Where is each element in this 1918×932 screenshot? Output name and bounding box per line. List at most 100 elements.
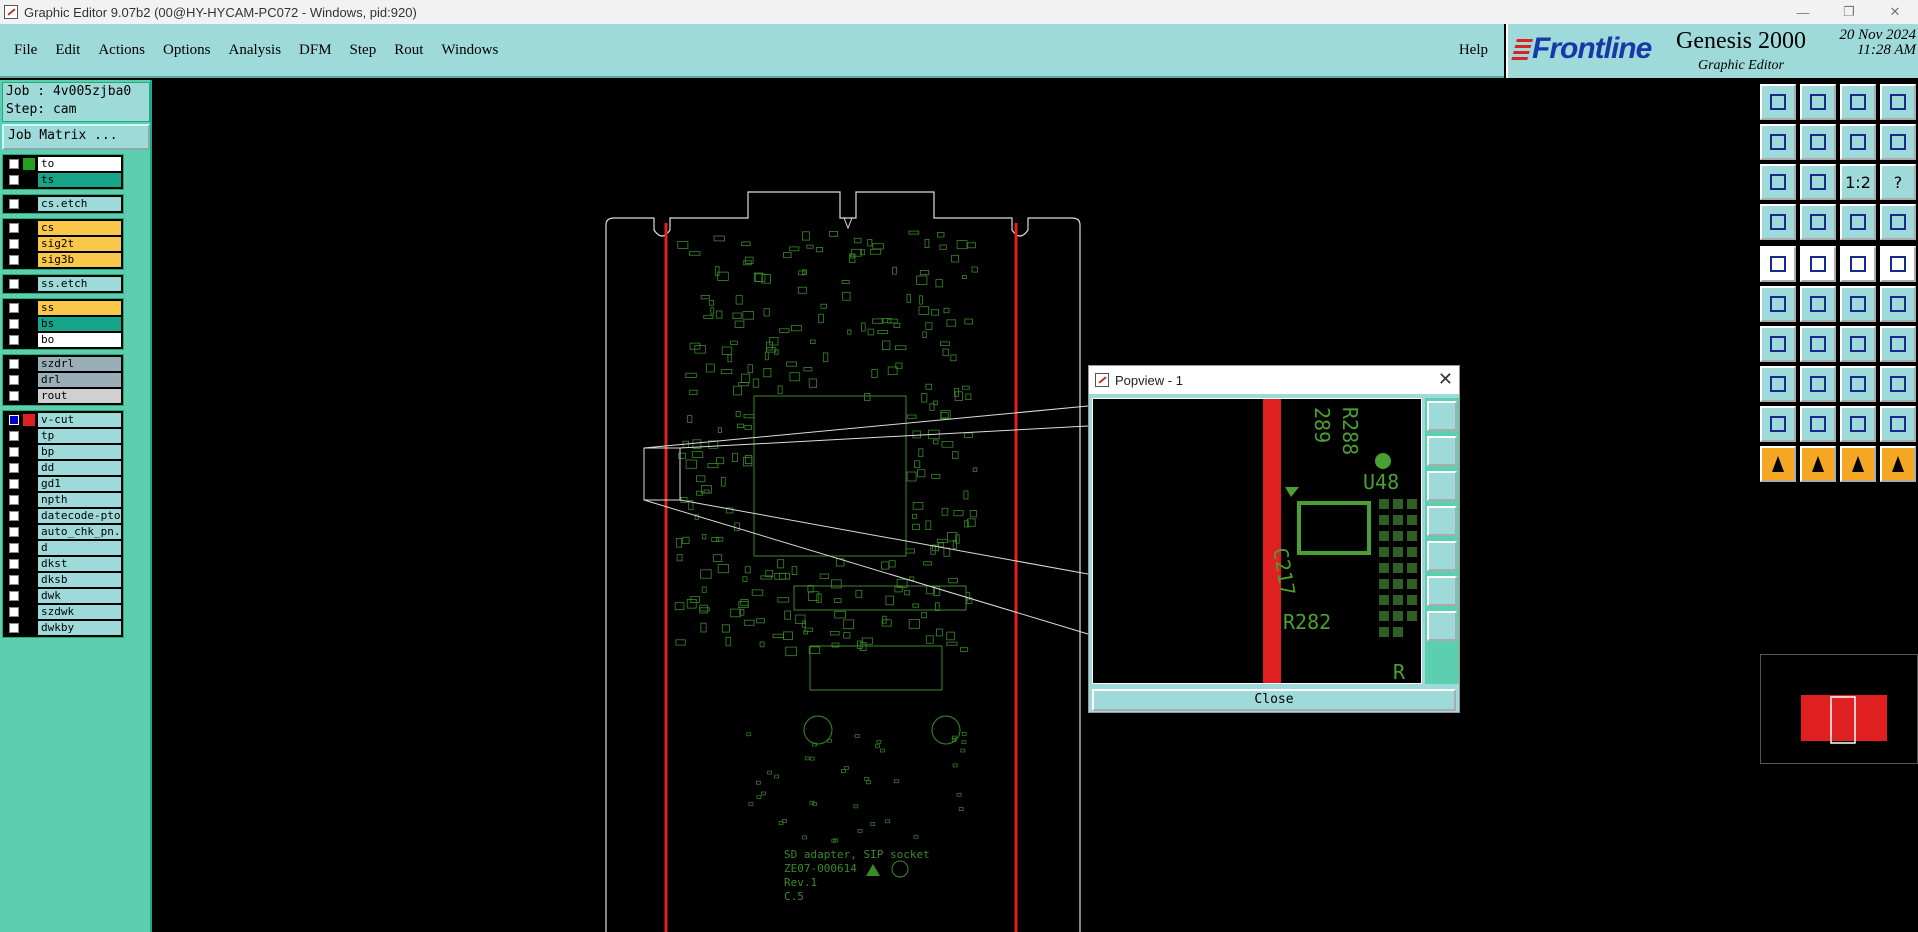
layer-name[interactable]: sig3b — [38, 253, 121, 267]
cross-icon[interactable] — [1800, 286, 1836, 322]
layer-row[interactable]: gd1 — [5, 476, 121, 492]
popview-close-icon[interactable]: ✕ — [1438, 369, 1453, 390]
layer-checkbox[interactable] — [9, 447, 19, 457]
layer-name[interactable]: bs — [38, 317, 121, 331]
layer-name[interactable]: cs.etch — [38, 197, 121, 211]
layer-checkbox[interactable] — [9, 303, 19, 313]
layer-color-swatch[interactable] — [23, 254, 35, 266]
layer-checkbox[interactable] — [9, 559, 19, 569]
pad-icon[interactable] — [1760, 246, 1796, 282]
layer-color-swatch[interactable] — [23, 622, 35, 634]
probe-icon[interactable] — [1880, 204, 1916, 240]
layer-checkbox[interactable] — [9, 159, 19, 169]
circle-icon[interactable] — [1880, 246, 1916, 282]
layer-row[interactable]: npth — [5, 492, 121, 508]
layer-row[interactable]: ss.etch — [5, 276, 121, 292]
graphic-canvas[interactable]: SD adapter, SIP socket ZE07-000614 Rev.1… — [154, 80, 1754, 932]
popview-tool-6-icon[interactable] — [1427, 576, 1457, 606]
layer-color-swatch[interactable] — [23, 526, 35, 538]
popview-tool-5-icon[interactable] — [1427, 541, 1457, 571]
layer-row[interactable]: auto_chk_pn. — [5, 524, 121, 540]
layer-name[interactable]: bp — [38, 445, 121, 459]
layer-color-swatch[interactable] — [23, 510, 35, 522]
copy-icon[interactable] — [1880, 366, 1916, 402]
layer-row[interactable]: v-cut — [5, 412, 121, 428]
layer-name[interactable]: rout — [38, 389, 121, 403]
popview-close-button[interactable]: Close — [1092, 689, 1456, 711]
layer-row[interactable]: szdrl — [5, 356, 121, 372]
layer-checkbox[interactable] — [9, 415, 19, 425]
layer-color-swatch[interactable] — [23, 462, 35, 474]
layer-color-swatch[interactable] — [23, 198, 35, 210]
layer-row[interactable]: dd — [5, 460, 121, 476]
line-icon[interactable] — [1800, 246, 1836, 282]
layer-row[interactable]: bs — [5, 316, 121, 332]
layer-checkbox[interactable] — [9, 335, 19, 345]
layer-checkbox[interactable] — [9, 431, 19, 441]
triangle-icon[interactable] — [1760, 406, 1796, 442]
split-icon[interactable] — [1880, 84, 1916, 120]
layer-checkbox[interactable] — [9, 375, 19, 385]
menu-step[interactable]: Step — [350, 42, 377, 59]
popview-tool-2-icon[interactable] — [1427, 436, 1457, 466]
layer-color-swatch[interactable] — [23, 430, 35, 442]
layer-checkbox[interactable] — [9, 239, 19, 249]
layer-name[interactable]: auto_chk_pn. — [38, 525, 121, 539]
layer-checkbox[interactable] — [9, 575, 19, 585]
layer-color-swatch[interactable] — [23, 558, 35, 570]
layer-color-swatch[interactable] — [23, 390, 35, 402]
layer-name[interactable]: ts — [38, 173, 121, 187]
ruler-icon[interactable] — [1840, 246, 1876, 282]
layer-checkbox[interactable] — [9, 591, 19, 601]
layer-row[interactable]: rout — [5, 388, 121, 404]
layer-name[interactable]: sig2t — [38, 237, 121, 251]
help-icon[interactable]: ? — [1880, 164, 1916, 200]
popview-zoom-view[interactable]: R288 289 U48 C217 R282 R — [1092, 398, 1422, 684]
layer-name[interactable]: dd — [38, 461, 121, 475]
layer-color-swatch[interactable] — [23, 574, 35, 586]
layer-row[interactable]: dkst — [5, 556, 121, 572]
layer-color-swatch[interactable] — [23, 222, 35, 234]
layer-row[interactable]: sig3b — [5, 252, 121, 268]
popview-tool-7-icon[interactable] — [1427, 611, 1457, 641]
layer-row[interactable]: ss — [5, 300, 121, 316]
layer-color-swatch[interactable] — [23, 494, 35, 506]
zoom-fit-icon[interactable] — [1760, 164, 1796, 200]
layer-color-swatch[interactable] — [23, 478, 35, 490]
scale-icon[interactable]: 1:2 — [1840, 164, 1876, 200]
layer-row[interactable]: bp — [5, 444, 121, 460]
layer-checkbox[interactable] — [9, 479, 19, 489]
layer-row[interactable]: datecode-pto — [5, 508, 121, 524]
home-icon[interactable] — [1840, 84, 1876, 120]
layer-checkbox[interactable] — [9, 607, 19, 617]
cursor2-icon[interactable] — [1800, 446, 1836, 482]
slope2-icon[interactable] — [1800, 326, 1836, 362]
layer-name[interactable]: d — [38, 541, 121, 555]
layer-color-swatch[interactable] — [23, 446, 35, 458]
arc2-icon[interactable] — [1880, 406, 1916, 442]
popview-tool-4-icon[interactable] — [1427, 506, 1457, 536]
zoom-center-icon[interactable] — [1800, 164, 1836, 200]
layer-color-swatch[interactable] — [23, 542, 35, 554]
layer-color-swatch[interactable] — [23, 414, 35, 426]
layer-name[interactable]: ss.etch — [38, 277, 121, 291]
layer-name[interactable]: gd1 — [38, 477, 121, 491]
rotate-icon[interactable] — [1840, 326, 1876, 362]
layer-name[interactable]: ss — [38, 301, 121, 315]
minimize-button[interactable]: — — [1780, 0, 1826, 24]
menu-windows[interactable]: Windows — [441, 42, 498, 59]
layer-checkbox[interactable] — [9, 319, 19, 329]
menu-help[interactable]: Help — [1459, 42, 1488, 59]
layer-color-swatch[interactable] — [23, 374, 35, 386]
menu-dfm[interactable]: DFM — [299, 42, 332, 59]
menu-options[interactable]: Options — [163, 42, 211, 59]
import-icon[interactable] — [1800, 84, 1836, 120]
menu-actions[interactable]: Actions — [98, 42, 145, 59]
swap-icon[interactable] — [1840, 124, 1876, 160]
layer-color-swatch[interactable] — [23, 174, 35, 186]
layer-color-swatch[interactable] — [23, 238, 35, 250]
layer-row[interactable]: dwk — [5, 588, 121, 604]
layer-row[interactable]: ts — [5, 172, 121, 188]
grid-icon[interactable] — [1800, 204, 1836, 240]
layer-row[interactable]: sig2t — [5, 236, 121, 252]
